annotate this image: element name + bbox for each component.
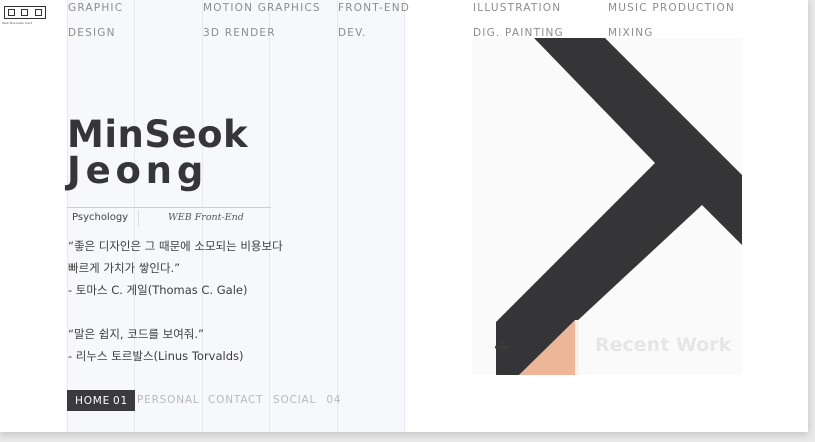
grid-line xyxy=(337,0,338,432)
grid-line xyxy=(404,0,405,432)
quote-2-line-1: “말은 쉽지, 코드를 보여줘.” xyxy=(68,327,204,341)
divider xyxy=(138,210,139,226)
nav-social-number: 04 xyxy=(326,394,342,406)
divider xyxy=(67,207,271,208)
nav-label: FRONT-END xyxy=(338,2,411,14)
nav-label: MOTION GRAPHICS xyxy=(203,2,321,14)
last-name: Jeong xyxy=(67,149,209,192)
quote-1-author: - 토마스 C. 게일(Thomas C. Gale) xyxy=(68,283,248,297)
nav-home-button[interactable]: HOME 01 xyxy=(67,390,135,411)
logo-text: Web Business Card xyxy=(2,21,33,25)
accent-divider xyxy=(575,320,579,375)
nav-social-label: SOCIAL xyxy=(273,394,317,406)
nav-social-button[interactable]: SOCIAL 04 xyxy=(273,394,341,406)
recent-work-link[interactable]: Recent Work xyxy=(595,334,731,356)
nav-sublabel: DESIGN xyxy=(68,27,116,39)
nav-home-label: HOME xyxy=(75,394,111,407)
quote-1-line-1: “좋은 디자인은 그 때문에 소모되는 비용보다 xyxy=(68,239,283,253)
grid-line xyxy=(134,0,135,432)
nav-contact-button[interactable]: CONTACT xyxy=(208,394,263,406)
quote-1-line-2: 빠르게 가치가 쌓인다.” xyxy=(68,261,181,275)
role-web-front-end: WEB Front-End xyxy=(168,212,244,223)
profile-name: MinSeok Jeong xyxy=(67,113,249,192)
logo-mark xyxy=(4,6,46,19)
nav-sublabel: 3D RENDER xyxy=(203,27,276,39)
artwork-graphic xyxy=(496,38,742,375)
chevron-shape xyxy=(496,38,742,375)
grid-line xyxy=(67,0,68,432)
nav-label: MUSIC PRODUCTION xyxy=(608,2,735,14)
page: Web Business Card GRAPHIC DESIGN MOTION … xyxy=(0,0,808,432)
plus-button[interactable]: + xyxy=(490,336,514,360)
quote-2-author: - 리누스 토르발스(Linus Torvalds) xyxy=(68,349,244,363)
nav-personal-button[interactable]: PERSONAL xyxy=(137,394,199,406)
grid-line xyxy=(269,0,270,432)
nav-home-number: 01 xyxy=(113,394,128,407)
nav-label: ILLUSTRATION xyxy=(473,2,562,14)
nav-label: GRAPHIC xyxy=(68,2,124,14)
role-psychology: Psychology xyxy=(72,212,129,223)
logo[interactable]: Web Business Card xyxy=(2,4,46,28)
first-name: MinSeok xyxy=(67,113,249,156)
nav-sublabel: DEV. xyxy=(338,27,367,39)
artwork-panel: + Recent Work xyxy=(472,38,742,375)
